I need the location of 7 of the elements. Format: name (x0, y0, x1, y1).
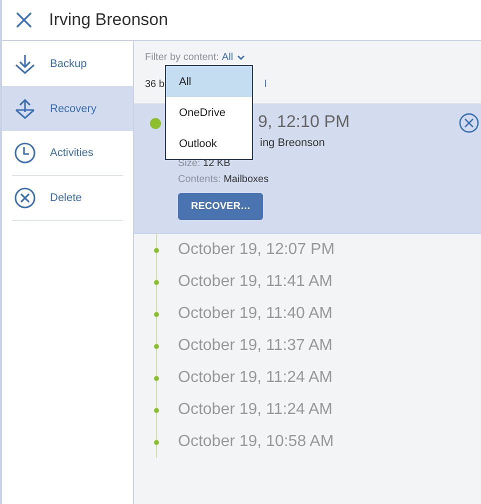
filter-label: Filter by content: (145, 52, 219, 63)
backup-time: 9, 12:10 PM (258, 112, 350, 131)
backup-owner: ing Breonson (260, 137, 325, 149)
contents-label: Contents: (178, 174, 221, 185)
contents-value: Mailboxes (224, 174, 269, 185)
page-title: Irving Breonson (49, 10, 168, 30)
backup-count: 36 b (145, 79, 164, 92)
